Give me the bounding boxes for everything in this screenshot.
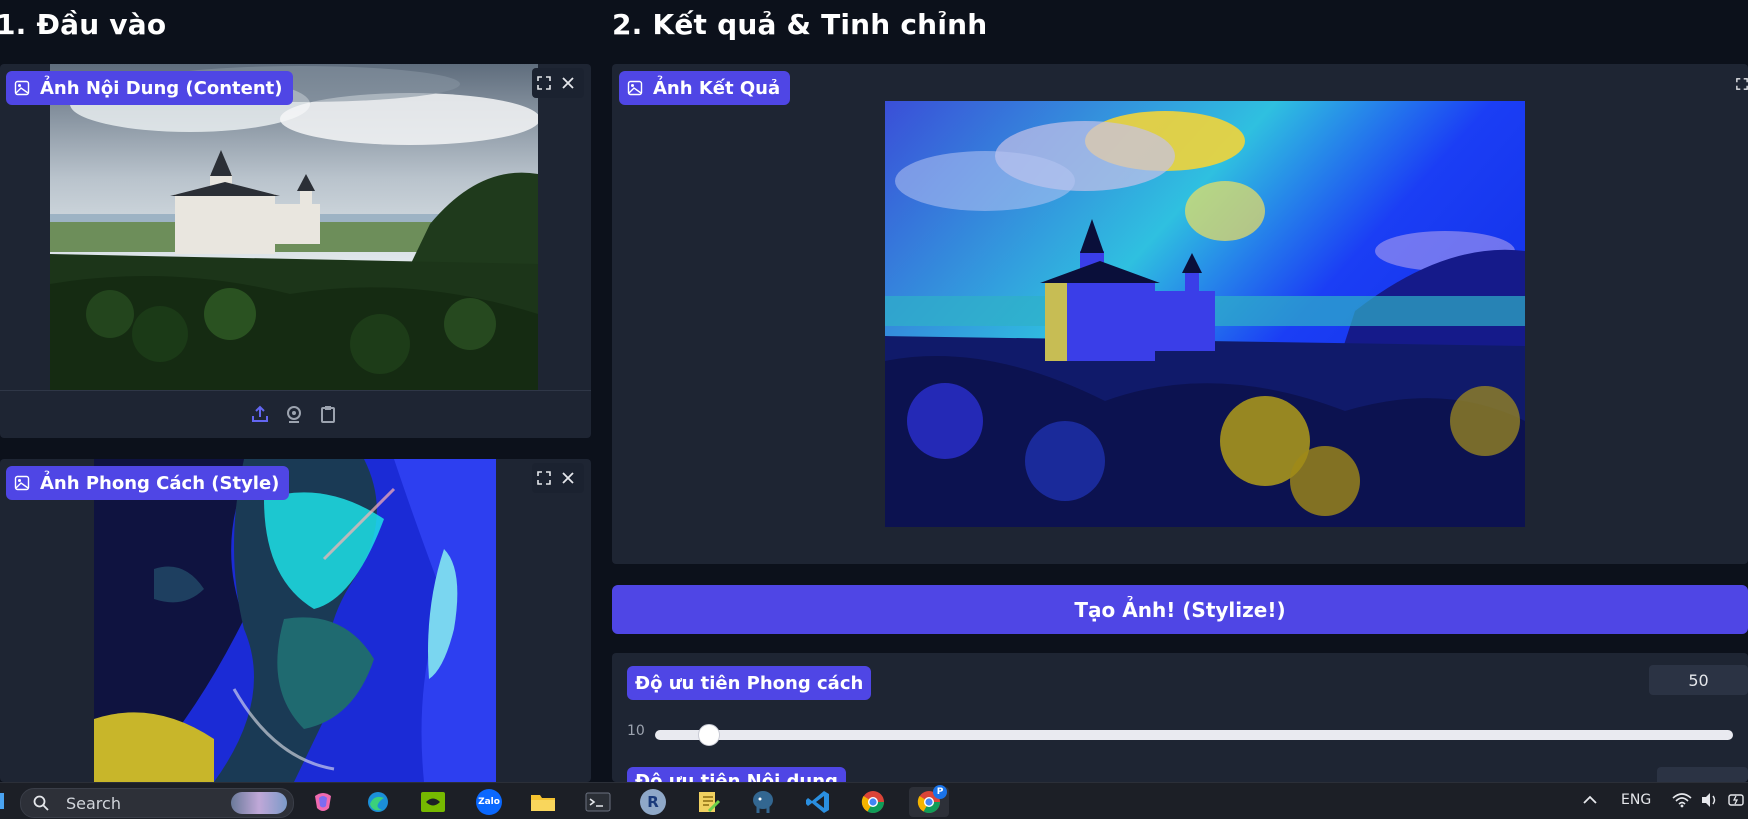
result-section-heading: 2. Kết quả & Tinh chỉnh: [612, 8, 988, 41]
result-image-panel: [612, 64, 1748, 564]
content-panel-divider: [0, 390, 591, 391]
content-weight-number-input[interactable]: [1657, 767, 1748, 782]
notepad-icon[interactable]: [693, 787, 723, 817]
image-icon: [627, 80, 643, 96]
search-placeholder: Search: [66, 794, 121, 813]
file-explorer-icon[interactable]: [528, 787, 558, 817]
search-icon: [33, 795, 49, 815]
chrome-icon[interactable]: [858, 787, 888, 817]
style-weight-slider-thumb[interactable]: [697, 724, 720, 746]
image-icon: [14, 475, 30, 491]
content-image: [50, 64, 538, 390]
webcam-icon[interactable]: [282, 402, 306, 426]
content-image-controls: [532, 68, 584, 98]
show-hidden-icons-chevron-icon[interactable]: [1582, 792, 1598, 811]
content-image-panel: [0, 64, 591, 438]
clipboard-icon[interactable]: [316, 402, 340, 426]
r-icon[interactable]: R: [638, 787, 668, 817]
style-image-panel: [0, 459, 591, 782]
start-icon[interactable]: [0, 793, 4, 809]
postgres-icon[interactable]: [748, 787, 778, 817]
result-image-label: Ảnh Kết Quả: [619, 71, 791, 105]
taskbar: Search Zalo R P ENG: [0, 782, 1748, 819]
fullscreen-icon[interactable]: [532, 466, 556, 490]
close-icon[interactable]: [556, 71, 580, 95]
image-icon: [14, 80, 30, 96]
r-label: R: [640, 789, 666, 815]
style-image-label-text: Ảnh Phong Cách (Style): [40, 472, 280, 494]
search-highlight-icon: [231, 792, 287, 814]
style-image-label: Ảnh Phong Cách (Style): [6, 466, 290, 500]
style-weight-min-label: 10: [627, 723, 645, 739]
chrome-profile-icon[interactable]: P: [909, 785, 949, 817]
content-upload-toolbar: [248, 402, 348, 426]
input-section-heading: 1. Đầu vào: [0, 8, 167, 41]
stylize-button[interactable]: Tạo Ảnh! (Stylize!): [612, 585, 1748, 634]
terminal-icon[interactable]: [583, 787, 613, 817]
edge-icon[interactable]: [363, 787, 393, 817]
result-image: [885, 101, 1525, 527]
style-weight-label-text: Độ ưu tiên Phong cách: [635, 672, 864, 694]
style-weight-label: Độ ưu tiên Phong cách: [627, 666, 872, 700]
upload-icon[interactable]: [248, 402, 272, 426]
style-image-controls: [532, 463, 584, 493]
content-image-label: Ảnh Nội Dung (Content): [6, 71, 293, 105]
content-image-label-text: Ảnh Nội Dung (Content): [40, 77, 283, 99]
battery-icon[interactable]: [1728, 792, 1746, 812]
copilot-icon[interactable]: [308, 787, 338, 817]
zalo-label: Zalo: [476, 789, 502, 815]
vscode-icon[interactable]: [803, 787, 833, 817]
search-box[interactable]: Search: [20, 788, 294, 818]
content-weight-label-text: Độ ưu tiên Nội dung: [635, 770, 838, 783]
nvidia-icon[interactable]: [418, 787, 448, 817]
wifi-icon[interactable]: [1672, 792, 1692, 812]
zalo-icon[interactable]: Zalo: [474, 787, 504, 817]
style-image: [94, 459, 496, 782]
content-weight-label: Độ ưu tiên Nội dung: [627, 767, 846, 782]
style-weight-panel: Độ ưu tiên Phong cách 50 10 Độ ưu tiên N…: [612, 653, 1748, 782]
language-indicator[interactable]: ENG: [1621, 792, 1651, 808]
style-weight-slider-track[interactable]: [655, 730, 1733, 740]
style-weight-number-input[interactable]: 50: [1649, 665, 1748, 695]
profile-badge: P: [933, 785, 947, 799]
result-image-label-text: Ảnh Kết Quả: [653, 77, 781, 99]
close-icon[interactable]: [556, 466, 580, 490]
style-weight-value: 50: [1688, 670, 1709, 690]
fullscreen-icon[interactable]: [1736, 72, 1748, 96]
volume-icon[interactable]: [1700, 792, 1720, 812]
fullscreen-icon[interactable]: [532, 71, 556, 95]
